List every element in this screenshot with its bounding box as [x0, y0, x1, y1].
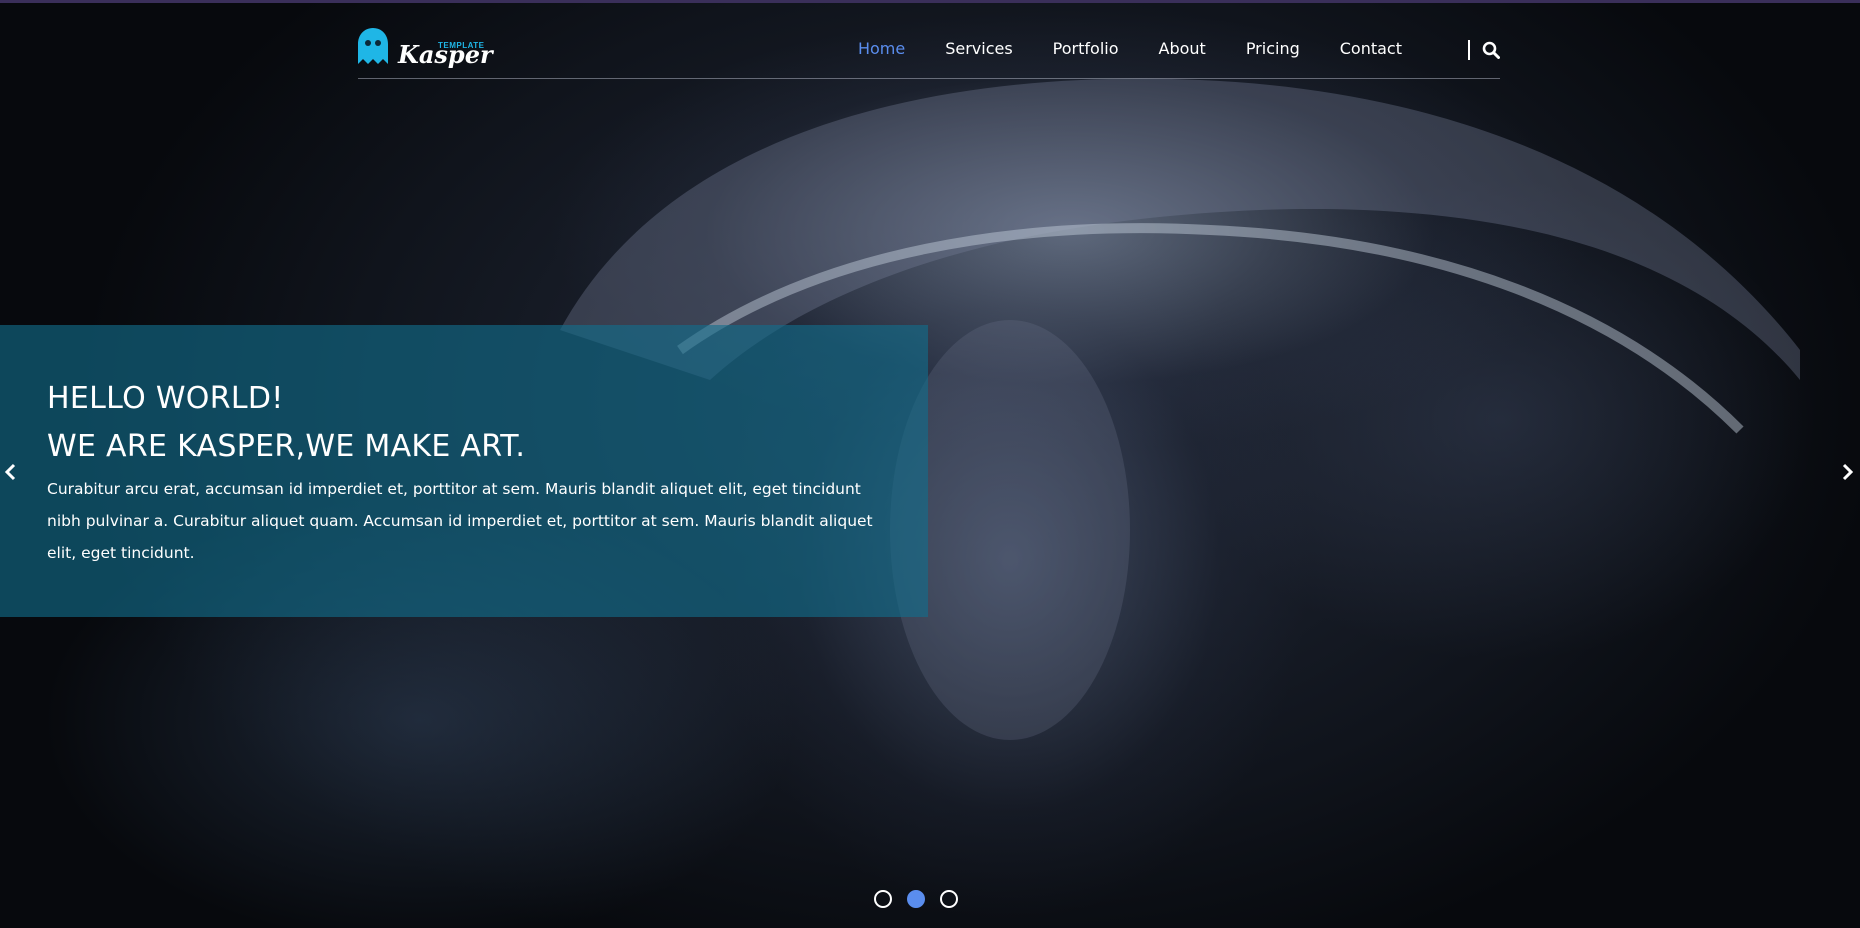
top-accent-line	[0, 0, 1860, 3]
logo-wordmark: Kasper	[398, 40, 493, 69]
slider-dot-2[interactable]	[907, 890, 925, 908]
chevron-left-icon[interactable]	[2, 460, 18, 484]
slider-pagination	[874, 890, 958, 908]
nav-portfolio[interactable]: Portfolio	[1053, 39, 1119, 58]
slider-dot-3[interactable]	[940, 890, 958, 908]
nav-home[interactable]: Home	[858, 39, 905, 58]
nav-pricing[interactable]: Pricing	[1246, 39, 1300, 58]
nav-about[interactable]: About	[1159, 39, 1206, 58]
hero-description: Curabitur arcu erat, accumsan id imperdi…	[47, 480, 873, 562]
site-logo[interactable]: TEMPLATE Kasper	[358, 26, 493, 70]
hero-section: TEMPLATE Kasper Home Services Portfolio …	[0, 0, 1860, 928]
chevron-right-icon[interactable]	[1840, 460, 1856, 484]
search-icon[interactable]	[1482, 41, 1500, 59]
ghost-icon	[358, 28, 388, 64]
hero-text-panel: HELLO WORLD! WE ARE KASPER,WE MAKE ART. …	[0, 325, 928, 617]
site-header: TEMPLATE Kasper Home Services Portfolio …	[358, 20, 1500, 79]
main-nav: Home Services Portfolio About Pricing Co…	[818, 39, 1402, 58]
hero-heading-line1: HELLO WORLD!	[47, 381, 284, 416]
slider-dot-1[interactable]	[874, 890, 892, 908]
nav-contact[interactable]: Contact	[1340, 39, 1402, 58]
hero-heading-line2: WE ARE KASPER,WE MAKE ART.	[47, 429, 526, 464]
search-divider	[1468, 40, 1470, 60]
nav-services[interactable]: Services	[945, 39, 1012, 58]
